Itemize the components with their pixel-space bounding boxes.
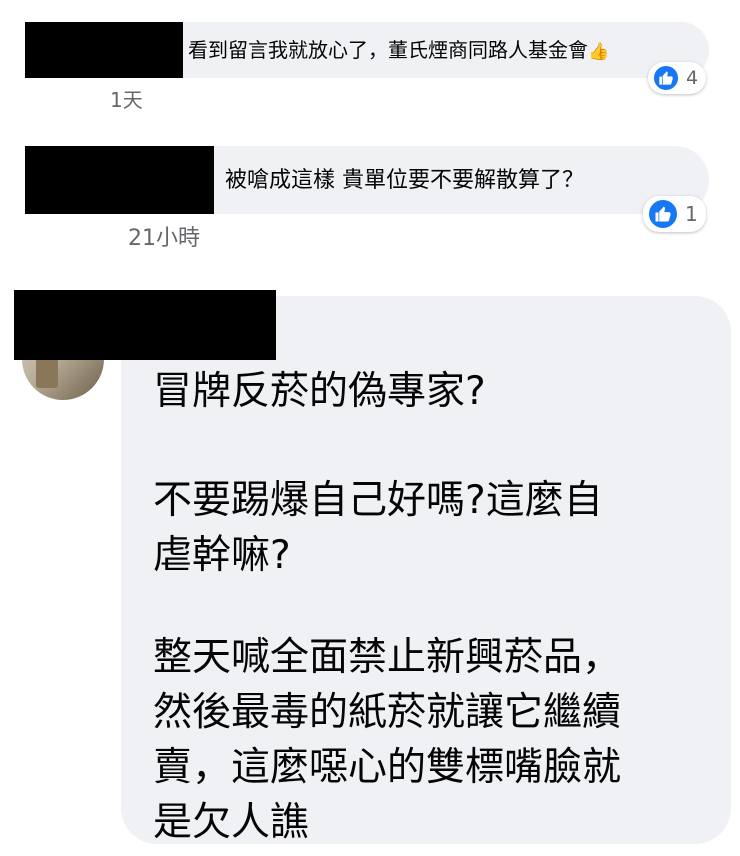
comment-paragraph-2: 不要踢爆自己好嗎?這麼自 虐幹嘛? bbox=[153, 478, 603, 578]
comment-time-2[interactable]: 21小時 bbox=[128, 220, 200, 252]
redacted-name-3 bbox=[14, 290, 276, 360]
redacted-name-2 bbox=[25, 146, 214, 214]
reaction-count-2: 1 bbox=[685, 202, 698, 226]
like-icon bbox=[647, 198, 679, 230]
reaction-badge-1[interactable]: 4 bbox=[648, 62, 707, 94]
thumbs-up-emoji: 👍 bbox=[588, 42, 610, 62]
comment-paragraph-1: 冒牌反菸的偽專家? bbox=[153, 369, 486, 414]
thumbs-up-icon bbox=[655, 206, 671, 222]
comment-text-1-content: 看到留言我就放心了，董氏煙商同路人基金會 bbox=[188, 38, 588, 62]
comment-text-2: 被嗆成這樣 貴單位要不要解散算了？ bbox=[225, 168, 584, 193]
like-icon bbox=[652, 64, 680, 92]
comment-text-1: 看到留言我就放心了，董氏煙商同路人基金會👍 bbox=[188, 36, 609, 66]
comment-paragraph-3: 整天喊全面禁止新興菸品， 然後最毒的紙菸就讓它繼續 賣，這麼噁心的雙標嘴臉就 是… bbox=[153, 635, 622, 845]
comment-time-1[interactable]: 1天 bbox=[110, 84, 143, 113]
reaction-badge-2[interactable]: 1 bbox=[643, 196, 706, 232]
reaction-count-1: 4 bbox=[686, 67, 699, 89]
thumbs-up-icon bbox=[659, 71, 673, 85]
redacted-name-1 bbox=[25, 22, 183, 78]
